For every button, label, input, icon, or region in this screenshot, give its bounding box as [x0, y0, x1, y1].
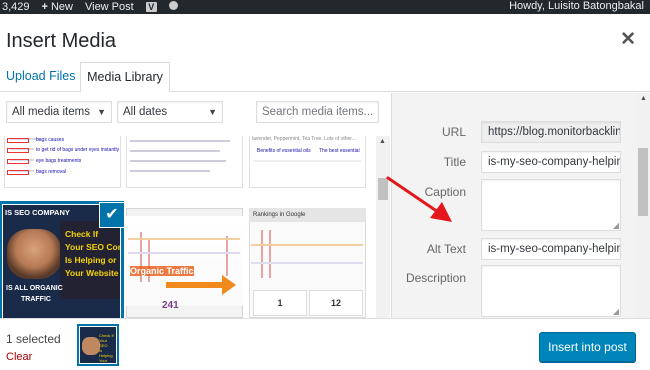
resize-handle-icon[interactable]: ◢	[613, 307, 619, 316]
media-type-value: All media items	[12, 106, 90, 118]
title-label: Title	[443, 155, 466, 169]
scroll-up-icon[interactable]: ▲	[640, 95, 647, 102]
title-field[interactable]: is-my-seo-company-helpin	[481, 151, 621, 173]
chevron-down-icon: ▼	[208, 107, 217, 117]
close-icon[interactable]: ✕	[620, 30, 636, 49]
grid-scrollbar[interactable]: ▲ ▼	[376, 136, 390, 332]
media-toolbar: All media items ▼ All dates ▼ Search med…	[0, 93, 391, 137]
sidebar-scrollbar[interactable]: ▲ ▼	[636, 93, 650, 332]
alt-text-field[interactable]: is-my-seo-company-helpin	[481, 238, 621, 260]
howdy-user[interactable]: Howdy, Luisito Batongbakal	[509, 0, 644, 13]
alt-text-label: Alt Text	[426, 242, 466, 256]
thumb-text: Rankings in Google	[249, 208, 366, 222]
meme-face-image	[7, 229, 61, 279]
thumb-text: The best essential	[319, 148, 360, 154]
attachment-thumbnail[interactable]: lavender, Peppermint, Tea Tree. Lots of …	[249, 136, 366, 188]
insert-into-post-button[interactable]: Insert into post	[539, 332, 636, 362]
media-footer: 1 selected Clear Check If Your SEO Is Help…	[0, 318, 650, 370]
thumb-text: eye bags treatments	[36, 158, 82, 164]
stat-box: 1	[253, 290, 307, 316]
search-input[interactable]: Search media items...	[256, 101, 379, 123]
new-content-link[interactable]: + New	[42, 1, 73, 14]
thumb-text: to get rid of bags under eyes instantly	[36, 147, 120, 153]
checkmark-icon[interactable]: ✔	[100, 203, 124, 227]
thumb-text: 1	[277, 298, 283, 308]
view-post-link[interactable]: View Post	[85, 1, 134, 14]
modal-title: Insert Media	[6, 30, 117, 52]
url-field[interactable]: https://blog.monitorbacklin	[481, 121, 621, 143]
new-label: New	[50, 0, 73, 13]
thumb-text: Benefits of essential oils	[257, 148, 311, 154]
tab-media-library[interactable]: Media Library	[80, 62, 170, 93]
thumb-text: Is Helping or	[65, 255, 117, 265]
stat-box: 12	[309, 290, 363, 316]
url-label: URL	[441, 125, 466, 139]
admin-bar: 3,429 + New View Post V Howdy, Luisito Ba…	[0, 0, 650, 14]
thumb-text: Check If	[65, 229, 99, 239]
attachment-details: URL https://blog.monitorbacklin Title is…	[391, 93, 650, 332]
description-label: Description	[405, 271, 466, 285]
yoast-icon[interactable]: V	[145, 1, 157, 14]
thumb-text: Your SEO Com	[65, 242, 120, 252]
chevron-down-icon: ▼	[97, 107, 106, 117]
selection-thumbnail[interactable]: Check IfYour SEOIs HelpingYour Web	[80, 327, 116, 363]
thumb-text: 12	[330, 298, 341, 308]
comments-count[interactable]: 3,429	[2, 1, 30, 14]
description-field[interactable]: ◢	[481, 265, 621, 317]
tab-upload-files[interactable]: Upload Files	[0, 62, 81, 93]
thumb-text: Your Website	[65, 268, 119, 278]
attachment-thumbnail[interactable]: Rankings in Google 1 12	[249, 208, 366, 318]
thumb-text: Organic Traffic	[130, 266, 194, 276]
thumb-text: TRAFFIC	[21, 296, 51, 303]
thumb-text: 241	[162, 300, 179, 311]
date-filter-value: All dates	[123, 106, 168, 118]
scrollbar-thumb[interactable]	[378, 178, 388, 200]
attachment-thumbnail[interactable]: Organic Traffic 241	[126, 208, 243, 318]
thumb-text: lavender, Peppermint, Tea Tree. Lots of …	[252, 136, 356, 142]
scrollbar-thumb[interactable]	[638, 148, 648, 216]
arrow-head	[222, 275, 236, 295]
thumb-text: bags removal	[36, 169, 67, 175]
media-type-filter[interactable]: All media items ▼	[6, 101, 112, 123]
date-filter[interactable]: All dates ▼	[117, 101, 223, 123]
attachment-thumbnail[interactable]: bags causes to get rid of bags under eye…	[4, 136, 121, 188]
resize-handle-icon[interactable]: ◢	[613, 221, 619, 230]
clear-selection-link[interactable]: Clear	[6, 351, 32, 363]
thumb-text: IS SEO COMPANY	[5, 208, 70, 217]
selection-count: 1 selected	[6, 332, 61, 346]
attachment-thumbnail[interactable]	[126, 136, 243, 188]
plus-icon: +	[41, 0, 48, 13]
status-dot-icon[interactable]	[168, 0, 178, 14]
scroll-up-icon[interactable]: ▲	[379, 138, 386, 145]
arrow-shape	[166, 282, 226, 288]
thumb-text: IS ALL ORGANIC	[6, 285, 63, 292]
attachments-grid: bags causes to get rid of bags under eye…	[0, 136, 376, 332]
thumb-text: bags causes	[36, 137, 65, 143]
insert-media-modal: Insert Media ✕ Upload Files Media Librar…	[0, 14, 650, 370]
caption-field[interactable]: ◢	[481, 179, 621, 231]
media-tabs: Upload Files Media Library	[0, 62, 650, 93]
caption-label: Caption	[424, 185, 466, 199]
